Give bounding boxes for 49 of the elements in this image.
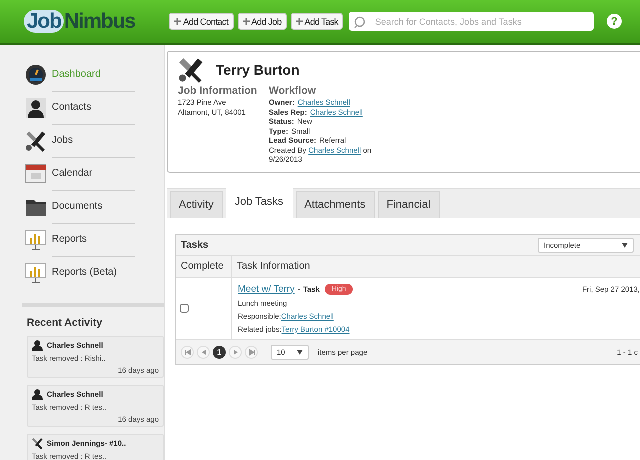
last-page-icon [248, 348, 256, 356]
person-icon [25, 96, 47, 118]
first-page-icon [184, 348, 192, 356]
person-icon [32, 340, 43, 351]
pager-button[interactable] [197, 346, 210, 358]
logo: JobNimbus [24, 10, 136, 34]
add-button[interactable]: Add Job [238, 13, 287, 30]
column-header: Task Information [236, 260, 312, 274]
next-page-icon [232, 348, 240, 356]
search-icon [354, 16, 366, 28]
pager-button[interactable] [229, 346, 242, 358]
tools-icon [178, 57, 204, 83]
section-title: Recent Activity [27, 317, 104, 329]
tools-icon [32, 438, 43, 449]
tab[interactable]: Activity [170, 191, 223, 218]
section-heading: Job Information [178, 85, 258, 97]
person-icon [32, 389, 43, 400]
sidebar-item[interactable]: Reports (Beta) [52, 257, 135, 289]
previous-page-icon [200, 348, 208, 356]
pager-button[interactable] [245, 346, 258, 358]
plus-icon [174, 18, 182, 25]
sidebar-item[interactable]: Contacts [52, 92, 135, 124]
calendar-icon [25, 162, 47, 184]
caret-icon [622, 242, 628, 248]
tab[interactable]: Job Tasks [226, 188, 293, 218]
task-link[interactable]: Meet w/ Terry [238, 284, 295, 294]
tab[interactable]: Attachments [296, 191, 375, 218]
checkbox[interactable] [180, 304, 189, 313]
tab[interactable]: Financial [378, 191, 440, 218]
caret-icon [297, 350, 303, 354]
search-field[interactable]: Search for Contacts, Jobs and Tasks [349, 12, 594, 31]
gauge-icon [25, 64, 47, 86]
job-title: Terry Burton [216, 62, 300, 78]
section-heading: Workflow [269, 85, 318, 97]
plus-icon [242, 18, 250, 25]
pager-button[interactable] [181, 346, 194, 358]
sidebar-item[interactable]: Calendar [52, 158, 135, 190]
add-button[interactable]: Add Task [290, 13, 344, 30]
tools-icon [25, 130, 47, 152]
panel-title: Tasks [181, 240, 210, 250]
add-button[interactable]: Add Contact [169, 13, 234, 30]
sidebar-item[interactable]: Reports [52, 224, 135, 256]
bar-chart-icon [25, 228, 47, 250]
page-button[interactable]: 1 [213, 346, 226, 358]
bar-chart-icon [25, 262, 47, 284]
sidebar-item[interactable]: Jobs [52, 124, 135, 158]
column-header: Complete [176, 256, 232, 277]
sidebar-item[interactable]: Documents [52, 190, 135, 224]
plus-icon [296, 18, 303, 25]
